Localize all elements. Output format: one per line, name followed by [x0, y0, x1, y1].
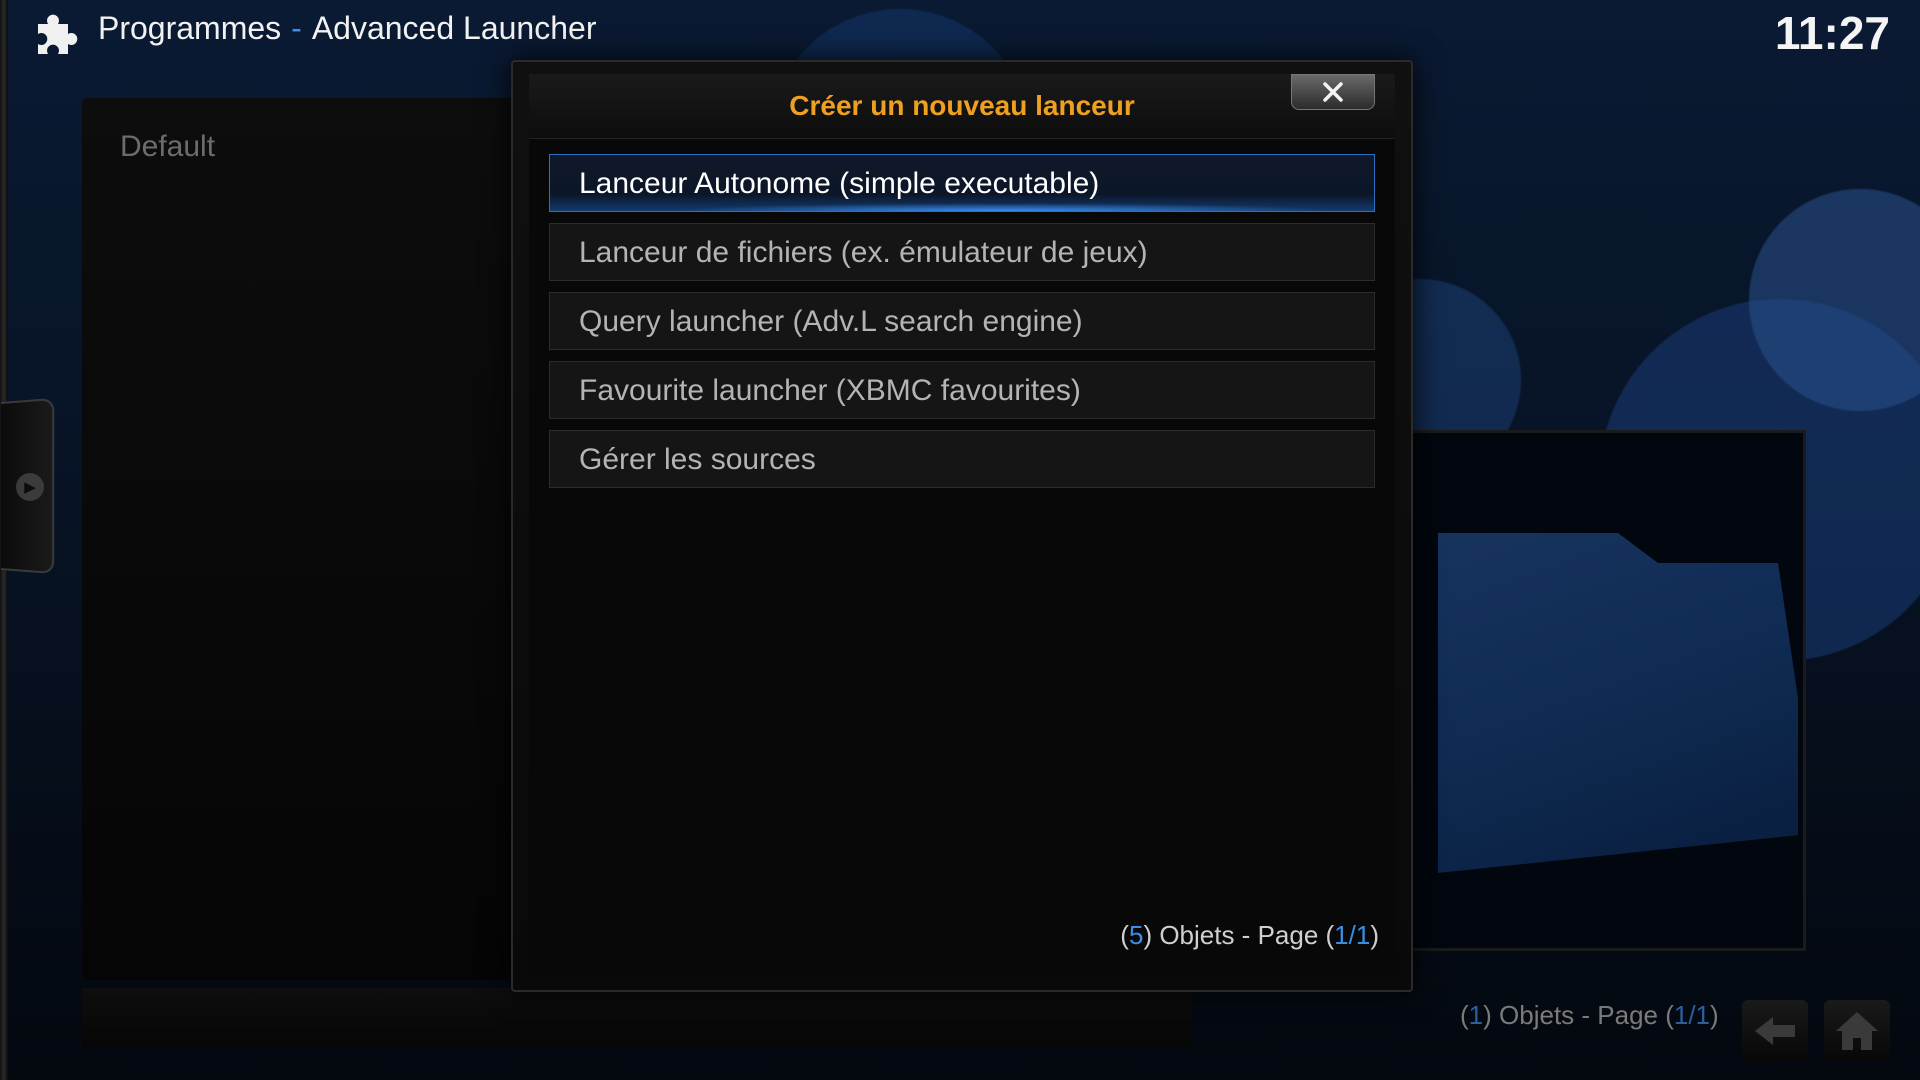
addon-puzzle-icon [38, 14, 78, 55]
home-button[interactable] [1824, 1000, 1890, 1062]
side-menu-arrow-icon[interactable]: ▶ [16, 473, 44, 501]
footer-count-middle: ) Objets - Page ( [1483, 1000, 1674, 1030]
footer-count-close: ) [1710, 1000, 1719, 1030]
close-button[interactable] [1291, 74, 1375, 110]
dialog-count-page: 1/1 [1334, 920, 1371, 950]
clock: 11:27 [1774, 7, 1890, 59]
list-item-file-launcher[interactable]: Lanceur de fichiers (ex. émulateur de je… [549, 223, 1375, 281]
thumbnail-frame [1395, 430, 1806, 951]
dialog-count-open: ( [1120, 920, 1129, 950]
dialog-count-close: ) [1370, 920, 1379, 950]
breadcrumb-separator: - [291, 10, 302, 46]
dialog-count-items: 5 [1128, 920, 1144, 950]
category-label[interactable]: Default [120, 130, 215, 164]
launcher-type-list: Lanceur Autonome (simple executable) Lan… [549, 154, 1375, 499]
breadcrumb-section: Programmes [98, 10, 282, 46]
dialog-title: Créer un nouveau lanceur [789, 90, 1135, 121]
footer-count-items: 1 [1468, 1000, 1484, 1030]
dialog-item-count: (5) Objets - Page (1/1) [1120, 920, 1379, 951]
create-launcher-dialog: Créer un nouveau lanceur Lanceur Autonom… [511, 60, 1413, 992]
footer-count-open: ( [1460, 1000, 1469, 1030]
back-arrow-icon [1755, 1017, 1795, 1045]
folder-thumbnail [1438, 533, 1798, 873]
list-item-favourite-launcher[interactable]: Favourite launcher (XBMC favourites) [549, 361, 1375, 419]
list-item-query-launcher[interactable]: Query launcher (Adv.L search engine) [549, 292, 1375, 350]
breadcrumb-addon: Advanced Launcher [311, 10, 597, 46]
list-item-manage-sources[interactable]: Gérer les sources [549, 430, 1375, 488]
breadcrumb: Programmes - Advanced Launcher [98, 10, 596, 47]
close-x-icon [1323, 82, 1343, 102]
left-panel: Default [82, 98, 542, 980]
footer-count-page: 1/1 [1673, 1000, 1711, 1030]
footer-count: (1) Objets - Page (1/1) [1460, 1000, 1719, 1031]
back-button[interactable] [1742, 1000, 1808, 1062]
bottom-strip [82, 988, 1192, 1048]
dialog-count-middle: ) Objets - Page ( [1143, 920, 1335, 950]
home-icon [1836, 1012, 1878, 1050]
list-item-standalone-launcher[interactable]: Lanceur Autonome (simple executable) [549, 154, 1375, 212]
